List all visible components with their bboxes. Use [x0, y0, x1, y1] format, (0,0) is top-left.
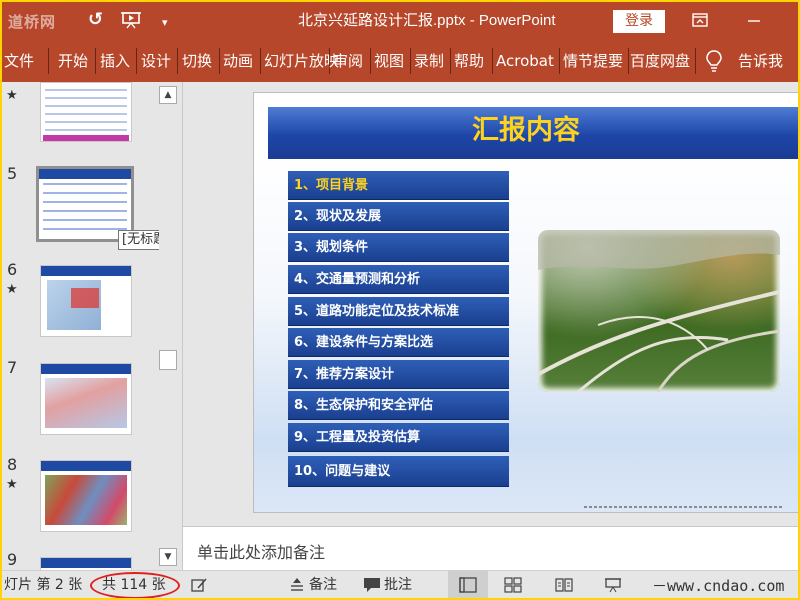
agenda-item: 4、交通量预测和分析: [288, 265, 509, 294]
tab-file[interactable]: 文件: [4, 51, 34, 71]
agenda-item: 9、工程量及投资估算: [288, 423, 509, 452]
ribbon-tabs: 文件 开始 插入 设计 切换 动画 幻灯片放映 审阅 视图 录制 帮助 Acro…: [2, 40, 798, 82]
tab-slide-show[interactable]: 幻灯片放映: [264, 51, 339, 71]
lightbulb-icon[interactable]: [705, 49, 723, 73]
slide-thumbnail-pane: ★ 5 [无标题] 6 ★ 7 8 ★ 9 ▲ ▼: [2, 82, 180, 570]
slide-show-icon[interactable]: [604, 577, 622, 593]
tab-acrobat[interactable]: Acrobat: [496, 51, 554, 71]
agenda-item: 5、道路功能定位及技术标准: [288, 297, 509, 326]
slide-thumbnail[interactable]: [40, 265, 132, 337]
tab-animations[interactable]: 动画: [223, 51, 253, 71]
document-title: 北京兴延路设计汇报.pptx - PowerPoint: [298, 12, 556, 29]
comments-button[interactable]: 批注: [384, 576, 412, 594]
slide-number: 6: [7, 260, 18, 279]
normal-view-button[interactable]: [448, 571, 488, 598]
agenda-item: 1、项目背景: [288, 171, 509, 200]
tell-me-search[interactable]: 告诉我: [738, 51, 783, 71]
agenda-item: 2、现状及发展: [288, 202, 509, 231]
slide-thumbnail[interactable]: [40, 363, 132, 435]
slide-number: 9: [7, 550, 18, 569]
zoom-slider-watermark[interactable]: －www.cndao.com: [652, 575, 784, 596]
agenda-item: 10、问题与建议: [288, 456, 509, 487]
scroll-down-icon[interactable]: ▼: [159, 548, 177, 566]
agenda-item: 6、建设条件与方案比选: [288, 328, 509, 357]
pane-divider[interactable]: [182, 82, 183, 570]
slide-title: 汇报内容: [472, 115, 580, 146]
slide-number: 5: [7, 164, 18, 183]
tab-review[interactable]: 审阅: [333, 51, 363, 71]
tab-transitions[interactable]: 切换: [182, 51, 212, 71]
reading-view-icon[interactable]: [555, 577, 573, 593]
slide-canvas[interactable]: 汇报内容 1、项目背景 2、现状及发展 3、规划条件 4、交通量预测和分析 5、…: [254, 93, 798, 512]
red-highlight-circle: [90, 572, 180, 598]
tab-baidu-netdisk[interactable]: 百度网盘: [630, 51, 690, 71]
aerial-road-photo: [538, 230, 780, 392]
login-button[interactable]: 登录: [613, 10, 665, 33]
scrollbar-thumb[interactable]: [159, 350, 177, 370]
customize-toolbar-icon[interactable]: ▾: [162, 13, 168, 33]
status-bar: 灯片 第 2 张 共 114 张 备注 批注 －www.cndao.com: [2, 570, 798, 598]
tab-home[interactable]: 开始: [58, 51, 88, 71]
animation-star-icon: ★: [6, 282, 18, 297]
tab-view[interactable]: 视图: [374, 51, 404, 71]
accessibility-check-icon[interactable]: [190, 577, 208, 593]
thumbnail-scrollbar[interactable]: ▲ ▼: [159, 82, 177, 570]
powerpoint-window: 道桥网 ↺ ▾ 北京兴延路设计汇报.pptx - PowerPoint 登录 文…: [2, 2, 798, 598]
notes-placeholder: 单击此处添加备注: [197, 543, 326, 562]
slide-thumbnail[interactable]: [40, 460, 132, 532]
tab-help[interactable]: 帮助: [454, 51, 484, 71]
tab-design[interactable]: 设计: [141, 51, 171, 71]
scroll-up-icon[interactable]: ▲: [159, 86, 177, 104]
slide-sorter-icon[interactable]: [504, 577, 522, 593]
tab-storyboard[interactable]: 情节提要: [563, 51, 623, 71]
slide-thumbnail[interactable]: [40, 557, 132, 570]
tab-record[interactable]: 录制: [414, 51, 444, 71]
animation-star-icon: ★: [6, 88, 18, 103]
agenda-item: 3、规划条件: [288, 233, 509, 262]
comments-icon[interactable]: [363, 577, 381, 593]
agenda-item: 8、生态保护和安全评估: [288, 391, 509, 420]
site-watermark: 道桥网: [8, 13, 57, 31]
undo-icon[interactable]: ↺: [88, 10, 103, 30]
slide-position-text: 灯片 第 2 张: [4, 577, 83, 593]
notes-button[interactable]: 备注: [309, 576, 337, 594]
tab-insert[interactable]: 插入: [100, 51, 130, 71]
notes-pane[interactable]: 单击此处添加备注: [183, 526, 798, 570]
slide-thumbnail[interactable]: [40, 82, 132, 142]
ribbon-display-options-icon[interactable]: [691, 11, 709, 29]
present-from-start-icon[interactable]: [120, 11, 142, 29]
animation-star-icon: ★: [6, 477, 18, 492]
agenda-item: 7、推荐方案设计: [288, 360, 509, 389]
minimize-icon[interactable]: [745, 11, 763, 29]
notes-icon[interactable]: [288, 577, 306, 593]
title-bar: 道桥网 ↺ ▾ 北京兴延路设计汇报.pptx - PowerPoint 登录: [2, 2, 798, 40]
slide-number: 8: [7, 455, 18, 474]
slide-number: 7: [7, 358, 18, 377]
